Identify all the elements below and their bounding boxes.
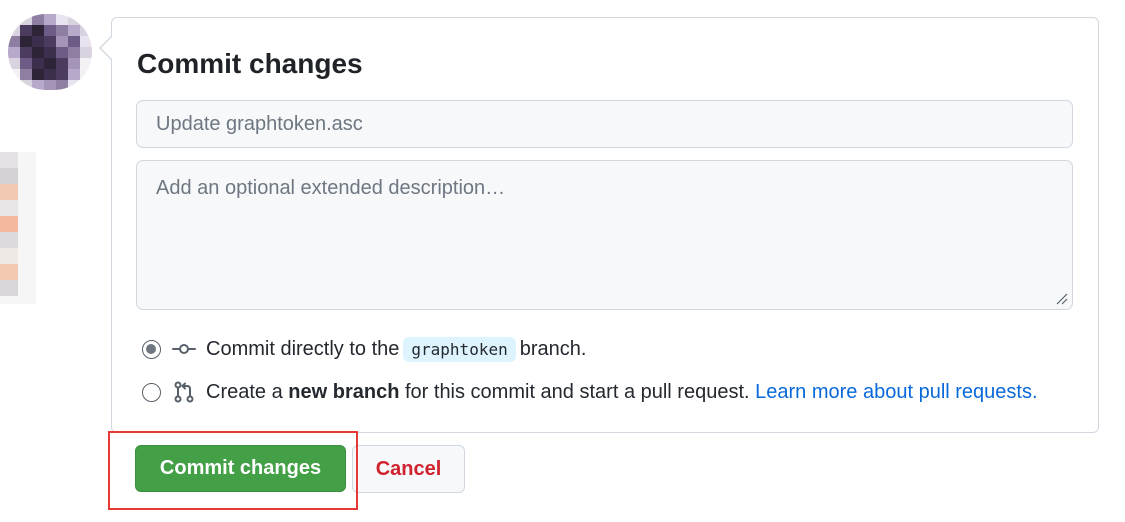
option-new-branch-bold: new branch [288, 380, 400, 403]
radio-new-branch[interactable] [142, 382, 161, 402]
cancel-button[interactable]: Cancel [352, 445, 465, 493]
option-new-branch-label: Create a new branch for this commit and … [206, 381, 1038, 404]
commit-page: Commit changes Commit directly to thegra… [0, 0, 1125, 522]
option-commit-directly-label: Commit directly to the graphtoken branch. [206, 336, 587, 362]
commit-description-textarea[interactable] [136, 160, 1073, 310]
branch-name-badge: graphtoken [403, 336, 516, 362]
card-caret-fill [101, 37, 112, 59]
learn-more-pull-requests-link[interactable]: Learn more about pull requests. [755, 381, 1037, 403]
blurred-sidebar-fragment [0, 152, 36, 304]
git-pull-request-icon [174, 381, 194, 403]
dialog-title: Commit changes [137, 48, 363, 79]
option-new-branch[interactable]: Create a new branch for this commit and … [142, 377, 1038, 407]
option-new-branch-suffix: for this commit and start a pull request… [404, 380, 750, 403]
commit-summary-input[interactable] [136, 100, 1073, 148]
option-new-branch-prefix: Create a [206, 380, 283, 403]
git-commit-icon [172, 344, 196, 354]
option-commit-directly[interactable]: Commit directly to the graphtoken branch. [142, 334, 586, 364]
resize-grip-icon[interactable] [1054, 291, 1068, 305]
option-direct-suffix: branch. [519, 337, 587, 360]
avatar [8, 14, 92, 90]
radio-commit-directly[interactable] [142, 339, 161, 359]
option-direct-prefix: Commit directly to the [206, 337, 400, 360]
commit-changes-button[interactable]: Commit changes [135, 445, 346, 492]
